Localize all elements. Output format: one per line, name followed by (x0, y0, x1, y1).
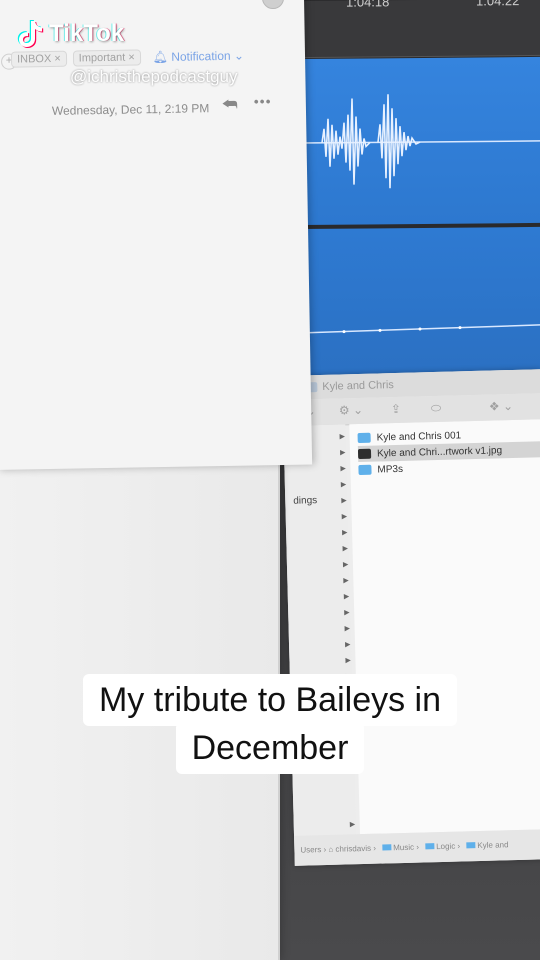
chevron-right-icon[interactable]: ▶ (343, 560, 349, 568)
home-icon: ⌂ (328, 844, 334, 854)
finder-title: Kyle and Chris (322, 379, 394, 393)
file-name: Kyle and Chris 001 (376, 429, 462, 444)
chip-important[interactable]: Important × (72, 49, 141, 67)
chevron-right-icon[interactable]: ▶ (342, 528, 348, 536)
bell-icon: 🔔︎ (152, 49, 169, 65)
path-segment[interactable]: Users (300, 845, 321, 855)
file-name: Kyle and Chri...rtwork v1.jpg (376, 444, 503, 460)
creator-handle: @ichristhepodcastguy (70, 67, 238, 86)
chevron-right-icon[interactable]: ▶ (350, 820, 356, 828)
tiktok-wordmark: TikTok (49, 20, 125, 47)
path-bar: Users › ⌂ chrisdavis › Music › Logic › K… (294, 829, 540, 866)
chip-inbox[interactable]: INBOX × (10, 50, 67, 68)
chevron-right-icon[interactable]: ▶ (343, 576, 349, 584)
chevron-down-icon: ⌄ (233, 48, 245, 63)
finder-window: Kyle and Chris ▦ ⌄ ⚙ ⌄ ⇪ ⬭ ❖ ⌄ dings ▶ ▶… (282, 369, 540, 866)
waveform-1 (300, 94, 540, 189)
chevron-right-icon[interactable]: ▶ (342, 544, 348, 552)
chevron-right-icon[interactable]: ▶ (345, 656, 351, 664)
label-chips: INBOX × Important × 🔔︎ Notification ⌄ (10, 48, 245, 68)
chevron-right-icon[interactable]: ▶ (341, 496, 347, 504)
folder-icon (382, 844, 392, 851)
chevron-right-icon[interactable]: ▶ (344, 608, 350, 616)
tag-icon[interactable]: ⬭ (431, 401, 442, 415)
more-icon[interactable]: ••• (254, 93, 272, 109)
path-segment[interactable]: Kyle and (477, 840, 508, 850)
gear-icon[interactable]: ⚙ ⌄ (339, 403, 364, 418)
path-segment[interactable]: Music (393, 843, 414, 853)
finder-sidebar: dings ▶ ▶ ▶ ▶ ▶ ▶ ▶ ▶ ▶ ▶ ▶ ▶ ▶ ▶ ▶ ▶ ▶ … (283, 424, 357, 844)
image-file-icon (357, 448, 372, 460)
notification-label: Notification (171, 48, 231, 64)
folder-icon (357, 432, 371, 444)
chevron-right-icon[interactable]: ▶ (341, 480, 347, 488)
path-segment[interactable]: chrisdavis (335, 844, 371, 854)
path-segment[interactable]: Logic (436, 842, 455, 851)
list-item[interactable]: MP3s (358, 461, 403, 478)
dropbox-icon[interactable]: ❖ ⌄ (489, 399, 514, 414)
caption-line-1: My tribute to Baileys in (82, 674, 458, 726)
reply-icon[interactable]: ⮪ (222, 95, 238, 115)
audio-track-2[interactable] (300, 226, 540, 382)
timecode-2: 1:04:22 (476, 0, 520, 9)
audio-track-1[interactable] (300, 56, 540, 226)
chevron-right-icon[interactable]: ▶ (339, 432, 346, 440)
waveform-2 (300, 324, 540, 334)
tiktok-logo: TikTok (14, 18, 124, 50)
folder-icon (466, 842, 476, 849)
timeline-ruler[interactable]: 1:04:18 1:04:22 (296, 0, 540, 59)
avatar[interactable] (261, 0, 285, 10)
chevron-right-icon[interactable]: ▶ (340, 464, 346, 472)
timecode-1: 1:04:18 (346, 0, 390, 10)
sidebar-item-recordings[interactable]: dings (293, 495, 317, 507)
audio-editor: 1:04:18 1:04:22 (296, 0, 540, 387)
tiktok-note-icon (17, 20, 44, 48)
chevron-right-icon[interactable]: ▶ (344, 592, 350, 600)
list-item-selected[interactable]: Kyle and Chri...rtwork v1.jpg (357, 441, 540, 463)
folder-icon (358, 464, 372, 476)
message-date: Wednesday, Dec 11, 2:19 PM (51, 101, 210, 118)
notification-button[interactable]: 🔔︎ Notification ⌄ (153, 49, 245, 65)
chevron-right-icon[interactable]: ▶ (342, 512, 348, 520)
caption-line-2: December (175, 722, 365, 774)
chevron-right-icon[interactable]: ▶ (340, 448, 346, 456)
chevron-right-icon[interactable]: ▶ (345, 624, 351, 632)
file-name: MP3s (377, 463, 404, 476)
chevron-right-icon[interactable]: ▶ (345, 640, 351, 648)
share-icon[interactable]: ⇪ (391, 402, 401, 416)
video-caption: My tribute to Baileys in December (0, 674, 540, 774)
folder-icon (425, 843, 435, 850)
